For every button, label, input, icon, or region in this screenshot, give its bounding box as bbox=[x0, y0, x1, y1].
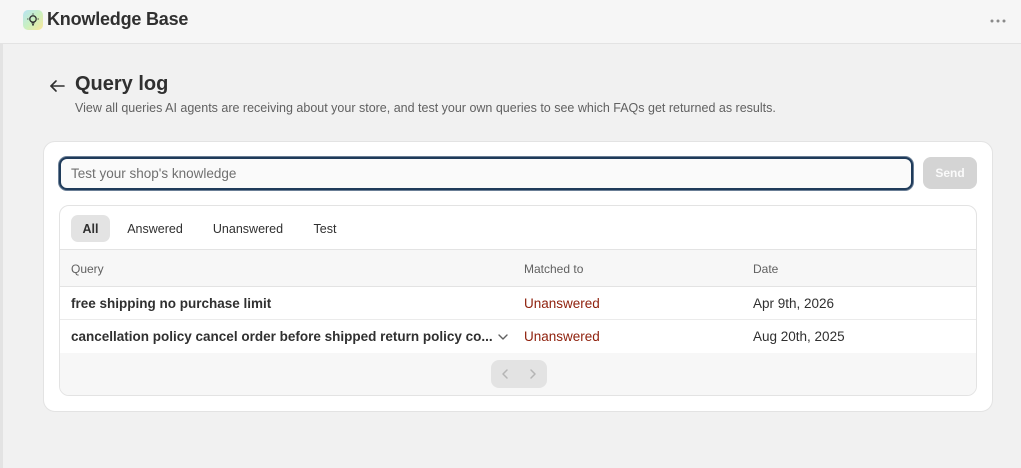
test-query-input[interactable] bbox=[59, 157, 913, 190]
chevron-left-icon bbox=[502, 369, 508, 379]
query-date: Aug 20th, 2025 bbox=[753, 329, 845, 344]
tab-answered[interactable]: Answered bbox=[116, 215, 194, 242]
query-date: Apr 9th, 2026 bbox=[753, 296, 835, 311]
lightbulb-icon bbox=[23, 10, 43, 30]
previous-page-button[interactable] bbox=[491, 360, 519, 388]
tab-test[interactable]: Test bbox=[302, 215, 348, 242]
page-subtitle: View all queries AI agents are receiving… bbox=[75, 101, 776, 115]
more-horizontal-icon[interactable] bbox=[986, 12, 1010, 30]
left-edge bbox=[0, 0, 3, 468]
filter-tabs: All Answered Unanswered Test bbox=[60, 206, 976, 250]
column-header-date: Date bbox=[753, 262, 779, 276]
next-page-button[interactable] bbox=[519, 360, 547, 388]
arrow-left-icon bbox=[50, 80, 65, 92]
column-header-matched-to: Matched to bbox=[524, 262, 584, 276]
query-text: free shipping no purchase limit bbox=[71, 296, 272, 311]
table-row[interactable]: cancellation policy cancel order before … bbox=[60, 320, 976, 353]
tab-unanswered[interactable]: Unanswered bbox=[202, 215, 294, 242]
pagination-area bbox=[60, 353, 976, 395]
table-header: Query Matched to Date bbox=[60, 249, 976, 287]
send-button[interactable]: Send bbox=[923, 157, 977, 189]
matched-to-status: Unanswered bbox=[524, 329, 600, 344]
query-log-card: Send All Answered Unanswered Test Query … bbox=[43, 141, 993, 412]
column-header-query: Query bbox=[71, 262, 104, 276]
chevron-down-icon[interactable] bbox=[496, 330, 510, 344]
query-log-panel: All Answered Unanswered Test Query Match… bbox=[59, 205, 977, 396]
pagination bbox=[491, 360, 547, 388]
back-button[interactable] bbox=[46, 75, 68, 97]
matched-to-status: Unanswered bbox=[524, 296, 600, 311]
tab-all[interactable]: All bbox=[71, 215, 110, 242]
app-header: Knowledge Base bbox=[0, 0, 1021, 44]
query-text: cancellation policy cancel order before … bbox=[71, 329, 493, 344]
chevron-right-icon bbox=[530, 369, 536, 379]
app-title: Knowledge Base bbox=[47, 9, 189, 29]
table-row[interactable]: free shipping no purchase limit Unanswer… bbox=[60, 287, 976, 320]
page-title: Query log bbox=[75, 73, 169, 95]
